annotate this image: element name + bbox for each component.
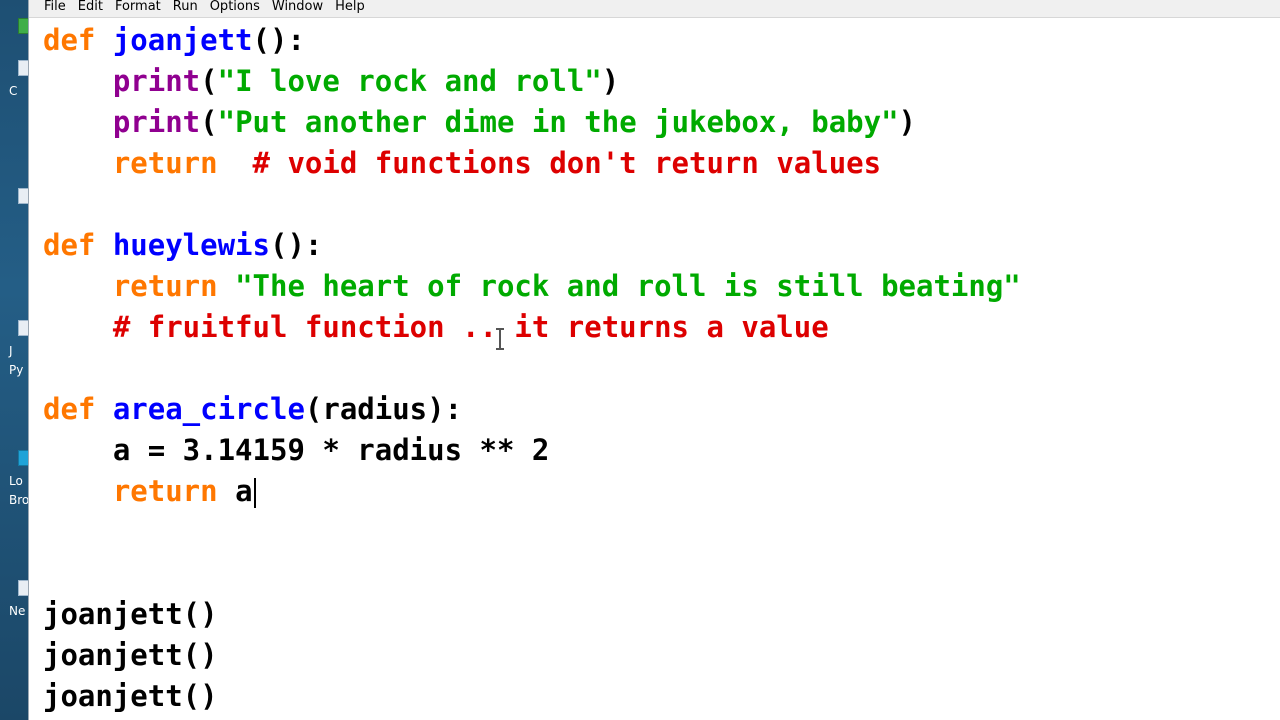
code-token: a = 3.14159 * radius ** 2	[112, 433, 550, 467]
code-token: (	[200, 105, 218, 139]
code-line[interactable]: def area_circle(radius):	[43, 389, 462, 430]
code-token: joanjett()	[43, 638, 218, 672]
code-token: return	[112, 269, 236, 303]
menu-file[interactable]: File	[44, 0, 66, 13]
menu-bar: File Edit Format Run Options Window Help	[29, 0, 1280, 18]
desktop-icon-label: Lo	[9, 474, 23, 488]
desktop-app-icon[interactable]	[18, 60, 28, 76]
code-token: ():	[252, 23, 305, 57]
code-token: area_circle	[112, 392, 305, 426]
code-token: print	[112, 105, 201, 139]
code-line[interactable]: # fruitful function .. it returns a valu…	[43, 307, 829, 348]
code-token: hueylewis	[112, 228, 270, 262]
code-token: )	[601, 64, 620, 98]
desktop-icon-label: J	[9, 344, 13, 358]
code-token: joanjett()	[43, 597, 218, 631]
code-line[interactable]: joanjett()	[43, 635, 218, 676]
code-line[interactable]: def hueylewis():	[43, 225, 322, 266]
code-line[interactable]: print("I love rock and roll")	[43, 61, 619, 102]
code-line[interactable]: a = 3.14159 * radius ** 2	[43, 430, 550, 471]
code-line[interactable]: return # void functions don't return val…	[43, 143, 881, 184]
code-token: "The heart of rock and roll is still bea…	[235, 269, 1021, 303]
code-editor[interactable]: def joanjett(): print("I love rock and r…	[43, 20, 1273, 720]
desktop-icon-label: Bro	[9, 493, 28, 507]
menu-edit[interactable]: Edit	[78, 0, 103, 13]
code-line[interactable]: joanjett()	[43, 676, 218, 717]
code-line[interactable]: return a	[43, 471, 256, 512]
menu-options[interactable]: Options	[210, 0, 260, 13]
desktop-app-icon[interactable]	[18, 580, 28, 596]
code-token: def	[43, 23, 113, 57]
code-line[interactable]: print("Put another dime in the jukebox, …	[43, 102, 916, 143]
code-token: def	[43, 228, 113, 262]
menu-window[interactable]: Window	[272, 0, 323, 13]
code-token: joanjett	[112, 23, 253, 57]
code-token: (	[200, 64, 218, 98]
text-caret	[253, 478, 256, 508]
desktop-app-icon[interactable]	[18, 320, 28, 336]
code-token: def	[43, 392, 113, 426]
code-line[interactable]: return "The heart of rock and roll is st…	[43, 266, 1021, 307]
desktop-app-icon[interactable]	[18, 188, 28, 204]
code-token: joanjett()	[43, 679, 218, 713]
desktop-icon-label: Py	[9, 363, 24, 377]
text-cursor-ibeam-icon	[495, 328, 505, 350]
code-token: # fruitful function .. it returns a valu…	[112, 310, 829, 344]
code-token: print	[112, 64, 201, 98]
code-token: return	[112, 146, 218, 180]
code-token: "I love rock and roll"	[217, 64, 602, 98]
code-line[interactable]: def joanjett():	[43, 20, 305, 61]
code-token: "Put another dime in the jukebox, baby"	[217, 105, 899, 139]
code-token: a	[235, 474, 253, 508]
code-token: # void functions don't return values	[252, 146, 882, 180]
desktop-app-icon[interactable]	[18, 18, 28, 34]
desktop-icon-label: C	[9, 84, 18, 98]
menu-run[interactable]: Run	[173, 0, 198, 13]
desktop-background: C J Py Lo Bro Ne	[0, 0, 28, 720]
menu-format[interactable]: Format	[115, 0, 161, 13]
code-token: )	[898, 105, 917, 139]
desktop-icon-label: Ne	[9, 604, 26, 618]
idle-editor-window: File Edit Format Run Options Window Help…	[28, 0, 1280, 720]
code-line[interactable]: joanjett()	[43, 594, 218, 635]
menu-help[interactable]: Help	[335, 0, 365, 13]
code-token: (radius):	[304, 392, 463, 426]
code-token: ():	[269, 228, 323, 262]
code-token: return	[112, 474, 236, 508]
desktop-app-icon[interactable]	[18, 450, 28, 466]
